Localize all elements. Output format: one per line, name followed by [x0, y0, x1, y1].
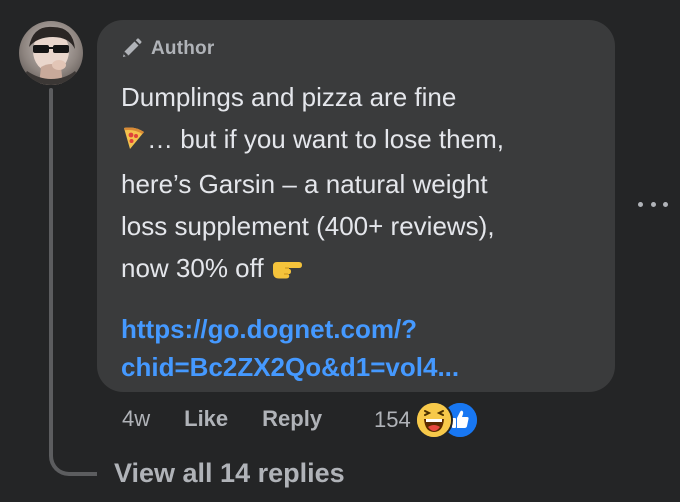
comment-line: loss supplement (400+ reviews), — [121, 211, 495, 241]
dot — [663, 201, 668, 207]
pointing-hand-emoji-icon — [271, 250, 303, 292]
pencil-icon — [123, 38, 142, 57]
reaction-count: 154 — [374, 407, 411, 432]
comment-line: here’s Garsin – a natural weight — [121, 169, 488, 199]
like-button[interactable]: Like — [184, 406, 228, 432]
pizza-emoji-icon — [121, 121, 147, 163]
comment-line-text: … but if you want to lose them, — [147, 124, 504, 154]
dot — [638, 201, 643, 207]
more-options-icon[interactable] — [638, 198, 668, 210]
avatar[interactable] — [19, 21, 83, 85]
link-line: chid=Bc2ZX2Qo&d1=vol4... — [121, 352, 460, 382]
haha-reaction-icon — [414, 401, 453, 439]
reply-button[interactable]: Reply — [262, 406, 322, 432]
comment-timestamp[interactable]: 4w — [122, 406, 150, 432]
view-replies-link[interactable]: View all 14 replies — [114, 458, 345, 489]
avatar-photo — [19, 26, 83, 85]
thread-line-connector — [49, 440, 97, 476]
comment-text: Dumplings and pizza are fine … but if yo… — [121, 76, 591, 292]
thread-line — [49, 88, 53, 448]
comment-line: Dumplings and pizza are fine — [121, 82, 457, 112]
reactions-summary[interactable]: 154 — [374, 400, 479, 440]
comment-line: … but if you want to lose them, — [121, 118, 591, 163]
comment-actions: 4w Like Reply — [122, 402, 322, 436]
link-line: https://go.dognet.com/? — [121, 314, 418, 344]
comment-thread: Author Dumplings and pizza are fine … bu… — [0, 0, 680, 502]
comment-line-text: now 30% off — [121, 253, 264, 283]
comment-link[interactable]: https://go.dognet.com/? chid=Bc2ZX2Qo&d1… — [121, 310, 591, 386]
author-label: Author — [151, 38, 215, 59]
comment-line: now 30% off — [121, 247, 591, 292]
author-badge: Author — [119, 36, 591, 62]
comment-bubble: Author Dumplings and pizza are fine … bu… — [97, 20, 615, 392]
dot — [650, 201, 656, 207]
